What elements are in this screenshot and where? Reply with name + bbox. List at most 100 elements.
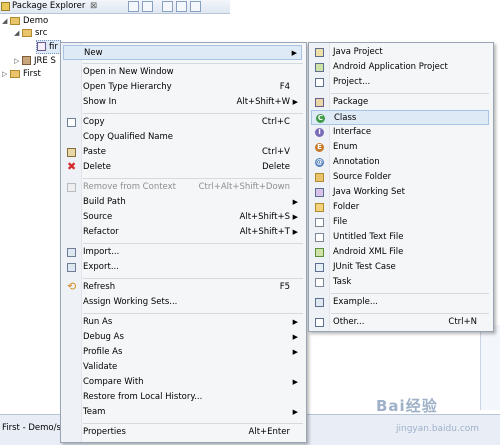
menu-item-remove-from-context: Remove from Context Ctrl+Alt+Shift+Down — [63, 180, 302, 195]
menu-item-label: Compare With — [83, 377, 144, 387]
menu-item-shortcut: Delete — [262, 162, 290, 172]
menu-item-label: Validate — [83, 362, 118, 372]
menu-item-source[interactable]: Source Alt+Shift+S ▶ — [63, 210, 302, 225]
menu-item-label: New — [84, 48, 103, 58]
collapse-all-icon[interactable] — [128, 1, 139, 12]
menu-item-file[interactable]: File — [311, 215, 489, 230]
menu-item-label: Refactor — [83, 227, 119, 237]
menu-item-label: Team — [83, 407, 106, 417]
menu-item-shortcut: Ctrl+N — [448, 317, 477, 327]
interface-icon: I — [315, 128, 324, 137]
package-icon — [315, 98, 324, 107]
menu-item-open-type-hierarchy[interactable]: Open Type Hierarchy F4 — [63, 80, 302, 95]
menu-item-java-project[interactable]: Java Project — [311, 45, 489, 60]
expand-icon[interactable]: ◢ — [14, 27, 22, 39]
menu-item-source-folder[interactable]: Source Folder — [311, 170, 489, 185]
menu-item-restore-from-local-history[interactable]: Restore from Local History... — [63, 390, 302, 405]
menu-item-label: Paste — [83, 147, 106, 157]
project-folder-icon — [10, 16, 20, 25]
menu-item-debug-as[interactable]: Debug As ▶ — [63, 330, 302, 345]
tree-item-label: Demo — [23, 16, 49, 26]
menu-item-refresh[interactable]: ⟲ Refresh F5 — [63, 280, 302, 295]
submenu-arrow-icon: ▶ — [292, 348, 298, 356]
separator — [83, 278, 303, 279]
menu-item-label: Remove from Context — [83, 182, 176, 192]
menu-item-annotation[interactable]: @ Annotation — [311, 155, 489, 170]
library-icon — [22, 56, 31, 65]
menu-item-class[interactable]: C Class — [311, 110, 489, 125]
menu-item-junit-test-case[interactable]: JUnit Test Case — [311, 260, 489, 275]
menu-item-example[interactable]: Example... — [311, 295, 489, 310]
menu-item-new[interactable]: New ▶ — [63, 45, 302, 60]
tree-item-package-selected[interactable]: fir — [36, 40, 61, 54]
menu-item-package[interactable]: Package — [311, 95, 489, 110]
menu-item-import[interactable]: Import... — [63, 245, 302, 260]
menu-item-open-in-new-window[interactable]: Open in New Window — [63, 65, 302, 80]
menu-item-label: Other... — [333, 317, 365, 327]
tree-item-jre[interactable]: ▷ JRE S — [14, 55, 56, 67]
tree-item-first[interactable]: ▷ First — [2, 68, 41, 80]
submenu-arrow-icon: ▶ — [292, 378, 298, 386]
menu-item-run-as[interactable]: Run As ▶ — [63, 315, 302, 330]
separator — [83, 423, 303, 424]
submenu-arrow-icon: ▶ — [292, 98, 298, 106]
menu-item-compare-with[interactable]: Compare With ▶ — [63, 375, 302, 390]
menu-item-profile-as[interactable]: Profile As ▶ — [63, 345, 302, 360]
menu-item-team[interactable]: Team ▶ — [63, 405, 302, 420]
menu-item-label: Untitled Text File — [333, 232, 404, 242]
menu-item-copy-qualified-name[interactable]: Copy Qualified Name — [63, 130, 302, 145]
menu-item-label: Build Path — [83, 197, 126, 207]
link-editor-icon[interactable] — [142, 1, 153, 12]
menu-item-shortcut: F5 — [279, 282, 290, 292]
submenu-arrow-icon: ▶ — [291, 49, 297, 57]
menu-item-label: Project... — [333, 77, 371, 87]
menu-item-untitled-text-file[interactable]: Untitled Text File — [311, 230, 489, 245]
menu-item-assign-working-sets[interactable]: Assign Working Sets... — [63, 295, 302, 310]
tree-item-src[interactable]: ◢ src — [14, 27, 47, 39]
menu-item-build-path[interactable]: Build Path ▶ — [63, 195, 302, 210]
export-icon — [67, 263, 76, 272]
menu-item-task[interactable]: Task — [311, 275, 489, 290]
expand-icon[interactable]: ▷ — [14, 55, 22, 67]
expand-icon[interactable]: ◢ — [2, 15, 10, 27]
delete-icon: ✖ — [67, 160, 77, 173]
menu-item-label: Annotation — [333, 157, 380, 167]
annotation-icon: @ — [315, 158, 324, 167]
menu-item-copy[interactable]: Copy Ctrl+C — [63, 115, 302, 130]
import-icon — [67, 248, 76, 257]
menu-item-enum[interactable]: E Enum — [311, 140, 489, 155]
maximize-icon[interactable] — [190, 1, 201, 12]
menu-item-shortcut: Alt+Shift+T — [239, 227, 290, 237]
menu-item-delete[interactable]: ✖ Delete Delete — [63, 160, 302, 175]
menu-item-interface[interactable]: I Interface — [311, 125, 489, 140]
menu-item-label: Enum — [333, 142, 358, 152]
package-explorer-tab[interactable]: Package Explorer ⊠ — [0, 0, 230, 14]
status-text: First - Demo/src — [2, 423, 69, 433]
android-xml-icon — [315, 248, 324, 257]
menu-item-shortcut: Ctrl+C — [261, 117, 290, 127]
menu-item-refactor[interactable]: Refactor Alt+Shift+T ▶ — [63, 225, 302, 240]
menu-item-folder[interactable]: Folder — [311, 200, 489, 215]
menu-item-label: Package — [333, 97, 369, 107]
editor-area-fragment — [480, 325, 500, 410]
menu-item-label: Restore from Local History... — [83, 392, 203, 402]
menu-item-android-xml-file[interactable]: Android XML File — [311, 245, 489, 260]
menu-item-paste[interactable]: Paste Ctrl+V — [63, 145, 302, 160]
menu-item-android-application-project[interactable]: Android Application Project — [311, 60, 489, 75]
menu-item-label: Folder — [333, 202, 360, 212]
close-icon[interactable]: ⊠ — [90, 0, 97, 13]
copy-icon — [67, 118, 76, 127]
menu-item-properties[interactable]: Properties Alt+Enter — [63, 425, 302, 440]
menu-item-show-in[interactable]: Show In Alt+Shift+W ▶ — [63, 95, 302, 110]
menu-item-java-working-set[interactable]: Java Working Set — [311, 185, 489, 200]
menu-item-project[interactable]: Project... — [311, 75, 489, 90]
menu-item-other[interactable]: Other... Ctrl+N — [311, 315, 489, 330]
menu-item-validate[interactable]: Validate — [63, 360, 302, 375]
minimize-icon[interactable] — [176, 1, 187, 12]
view-menu-icon[interactable] — [162, 1, 173, 12]
expand-icon[interactable]: ▷ — [2, 68, 10, 80]
menu-item-export[interactable]: Export... — [63, 260, 302, 275]
tree-item-demo[interactable]: ◢ Demo — [2, 15, 48, 27]
menu-item-label: Android XML File — [333, 247, 404, 257]
menu-item-label: File — [333, 217, 348, 227]
